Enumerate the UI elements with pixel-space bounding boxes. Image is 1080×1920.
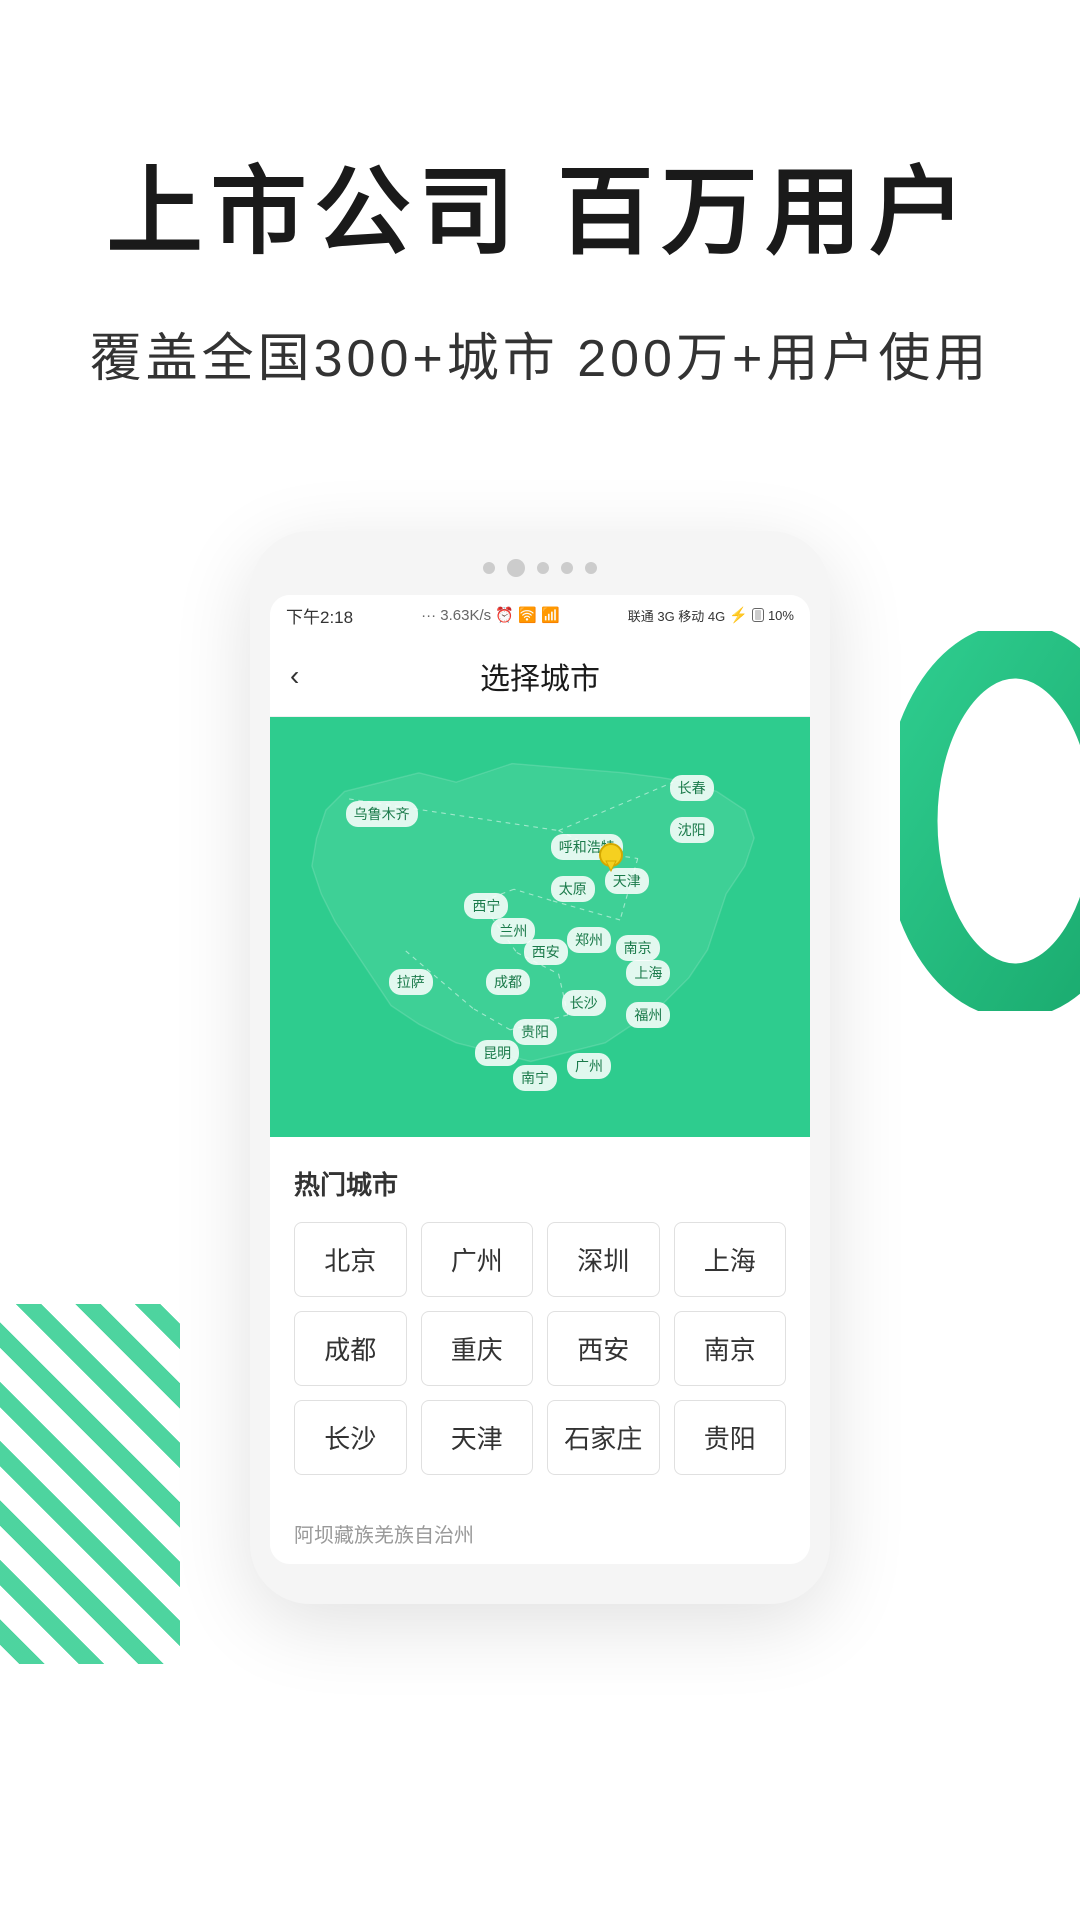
hero-title: 上市公司 百万用户 bbox=[80, 160, 1000, 266]
map-city-label: 沈阳 bbox=[670, 817, 714, 843]
map-area: 乌鲁木齐长春沈阳呼和浩特天津太原西宁兰州西安郑州南京上海拉萨成都长沙福州贵阳昆明… bbox=[270, 717, 810, 1137]
city-button[interactable]: 天津 bbox=[421, 1400, 534, 1475]
sensor-dot-4 bbox=[585, 562, 597, 574]
status-speed: ··· 3.63K/s ⏰ 🛜 📶 bbox=[421, 606, 560, 624]
hero-subtitle: 覆盖全国300+城市 200万+用户使用 bbox=[80, 316, 1000, 391]
map-city-label: 成都 bbox=[486, 969, 530, 995]
city-button[interactable]: 广州 bbox=[421, 1222, 534, 1297]
status-right: 联通 3G 移动 4G ⚡ 10% bbox=[628, 606, 794, 625]
map-city-label: 西宁 bbox=[464, 893, 508, 919]
hot-cities-section: 热门城市 北京广州深圳上海成都重庆西安南京长沙天津石家庄贵阳 bbox=[270, 1137, 810, 1503]
map-city-label: 南京 bbox=[616, 935, 660, 961]
map-city-label: 西安 bbox=[524, 939, 568, 965]
city-button[interactable]: 重庆 bbox=[421, 1311, 534, 1386]
map-city-label: 贵阳 bbox=[513, 1019, 557, 1045]
city-button[interactable]: 深圳 bbox=[547, 1222, 660, 1297]
phone-screen: 下午2:18 ··· 3.63K/s ⏰ 🛜 📶 联通 3G 移动 4G ⚡ 1… bbox=[270, 595, 810, 1564]
bottom-text: 阿坝藏族羌族自治州 bbox=[270, 1503, 810, 1564]
map-city-label: 郑州 bbox=[567, 927, 611, 953]
sensor-camera bbox=[507, 559, 525, 577]
app-title: 选择城市 bbox=[480, 654, 600, 698]
city-button[interactable]: 南京 bbox=[674, 1311, 787, 1386]
city-button[interactable]: 长沙 bbox=[294, 1400, 407, 1475]
map-city-label: 昆明 bbox=[475, 1040, 519, 1066]
city-button[interactable]: 上海 bbox=[674, 1222, 787, 1297]
status-bar: 下午2:18 ··· 3.63K/s ⏰ 🛜 📶 联通 3G 移动 4G ⚡ 1… bbox=[270, 595, 810, 636]
city-button[interactable]: 西安 bbox=[547, 1311, 660, 1386]
back-button[interactable]: ‹ bbox=[290, 660, 299, 692]
map-city-label: 长沙 bbox=[562, 990, 606, 1016]
map-cities: 乌鲁木齐长春沈阳呼和浩特天津太原西宁兰州西安郑州南京上海拉萨成都长沙福州贵阳昆明… bbox=[270, 717, 810, 1137]
city-button[interactable]: 北京 bbox=[294, 1222, 407, 1297]
map-city-label: 乌鲁木齐 bbox=[346, 801, 418, 827]
sensor-dot-2 bbox=[537, 562, 549, 574]
map-city-label: 拉萨 bbox=[389, 969, 433, 995]
sensor-dot-3 bbox=[561, 562, 573, 574]
map-city-label: 长春 bbox=[670, 775, 714, 801]
phone-sensors bbox=[270, 559, 810, 577]
map-city-label: 太原 bbox=[551, 876, 595, 902]
map-city-label: 南宁 bbox=[513, 1065, 557, 1091]
city-grid: 北京广州深圳上海成都重庆西安南京长沙天津石家庄贵阳 bbox=[294, 1222, 786, 1475]
map-pin bbox=[599, 843, 623, 878]
city-button[interactable]: 贵阳 bbox=[674, 1400, 787, 1475]
sensor-dot-1 bbox=[483, 562, 495, 574]
city-button[interactable]: 石家庄 bbox=[547, 1400, 660, 1475]
city-button[interactable]: 成都 bbox=[294, 1311, 407, 1386]
hero-section: 上市公司 百万用户 覆盖全国300+城市 200万+用户使用 bbox=[0, 0, 1080, 451]
phone-mockup: 下午2:18 ··· 3.63K/s ⏰ 🛜 📶 联通 3G 移动 4G ⚡ 1… bbox=[250, 531, 830, 1604]
map-city-label: 上海 bbox=[626, 960, 670, 986]
ring-decoration bbox=[900, 631, 1080, 1016]
status-time: 下午2:18 bbox=[286, 603, 353, 628]
phone-showcase: 下午2:18 ··· 3.63K/s ⏰ 🛜 📶 联通 3G 移动 4G ⚡ 1… bbox=[0, 531, 1080, 1604]
stripe-decoration bbox=[0, 1304, 180, 1664]
map-city-label: 广州 bbox=[567, 1053, 611, 1079]
map-city-label: 福州 bbox=[626, 1002, 670, 1028]
app-header: ‹ 选择城市 bbox=[270, 636, 810, 717]
hot-cities-title: 热门城市 bbox=[294, 1165, 786, 1202]
